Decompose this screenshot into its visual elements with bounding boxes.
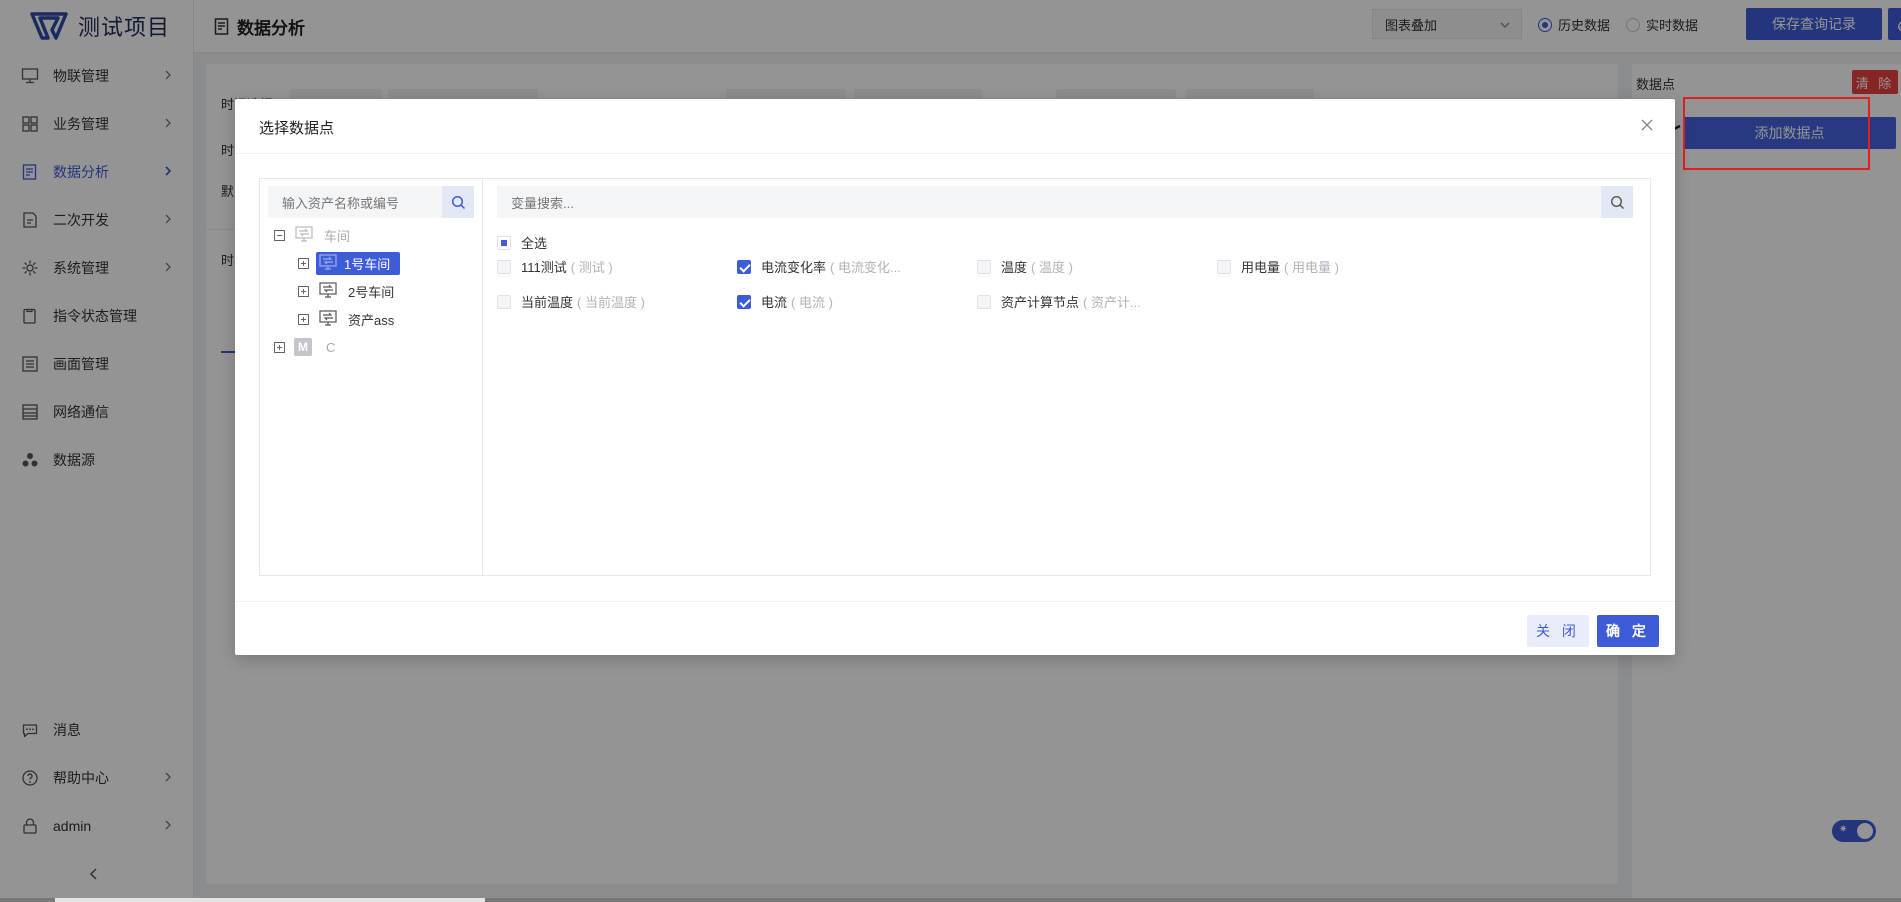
confirm-button[interactable]: 确 定 [1597,615,1659,647]
asset-search-button[interactable] [442,186,474,218]
asset-tree-pane: 车间 1号车间 2号车间 资产ass M C [260,179,483,575]
variable-name: 用电量 [1241,260,1281,275]
close-icon [1641,119,1653,131]
variable-alias: ( 当前温度 ) [577,295,645,310]
workshop-icon [295,226,313,242]
tree-node-workshop-2[interactable]: 2号车间 [298,279,398,303]
variable-item[interactable]: 电流 ( 电流 ) [737,292,833,311]
variable-alias: ( 温度 ) [1031,260,1073,275]
tree-node-root[interactable]: 车间 [274,223,354,247]
expand-toggle-icon[interactable] [274,341,285,353]
variable-item[interactable]: 111测试 ( 测试 ) [497,257,613,276]
search-icon [451,195,465,209]
variable-alias: ( 资产计... [1083,295,1141,310]
checkbox[interactable] [497,259,511,274]
variable-item[interactable]: 温度 ( 温度 ) [977,257,1073,276]
dialog-close-button[interactable] [1637,115,1657,135]
workshop-icon [319,310,337,326]
checkbox[interactable] [737,259,751,274]
variable-search-box [497,186,1633,220]
annotation-highlight-box [1683,97,1870,170]
checkbox[interactable] [1217,259,1231,274]
variable-alias: ( 电流 ) [791,295,833,310]
checkbox[interactable] [737,294,751,309]
workshop-icon [319,282,337,298]
checkbox[interactable] [977,259,991,274]
variable-item[interactable]: 资产计算节点 ( 资产计... [977,292,1141,311]
select-data-point-dialog: 选择数据点 车间 1号车间 [235,99,1675,655]
variable-name: 当前温度 [521,295,574,310]
dialog-footer: 关 闭 确 定 [235,601,1675,656]
variable-alias: ( 电流变化... [830,260,901,275]
expand-toggle-icon[interactable] [298,257,309,269]
variable-search-input[interactable] [509,186,1593,220]
search-icon [1610,195,1624,209]
tree-node-label: 车间 [324,228,351,244]
variable-name: 温度 [1001,260,1028,275]
dialog-title: 选择数据点 [259,120,335,137]
collapse-toggle-icon[interactable] [274,229,285,241]
select-all-label: 全选 [521,236,548,251]
variable-item[interactable]: 用电量 ( 用电量 ) [1217,257,1339,276]
scroll-thumb[interactable] [55,898,485,902]
bottom-scrollbar[interactable] [0,898,1901,902]
checkbox[interactable] [497,235,511,250]
variable-item[interactable]: 电流变化率 ( 电流变化... [737,257,901,276]
model-badge: M [294,338,312,356]
tree-node-label: C [326,339,336,355]
checkbox[interactable] [977,294,991,309]
tree-node-workshop-1[interactable]: 1号车间 [298,251,401,275]
checkbox[interactable] [497,294,511,309]
select-all-checkbox[interactable]: 全选 [497,233,547,252]
tree-node-c[interactable]: M C [274,335,339,359]
tree-node-asset-ass[interactable]: 资产ass [298,307,398,331]
tree-node-label: 2号车间 [348,284,395,300]
dialog-header: 选择数据点 [235,99,1675,154]
variable-pane: 全选 111测试 ( 测试 ) 电流变化率 ( 电流变化... 温度 ( 温度 … [482,179,1650,575]
variable-alias: ( 测试 ) [570,260,613,275]
variable-search-button[interactable] [1601,186,1633,218]
dialog-body: 车间 1号车间 2号车间 资产ass M C [259,178,1651,576]
expand-toggle-icon[interactable] [298,285,309,297]
variable-name: 资产计算节点 [1001,295,1080,310]
expand-toggle-icon[interactable] [298,313,309,325]
workshop-icon [319,254,337,270]
close-button[interactable]: 关 闭 [1527,615,1589,647]
variable-name: 电流变化率 [761,260,827,275]
asset-search-box [268,186,474,220]
variable-alias: ( 用电量 ) [1284,260,1339,275]
variable-name: 电流 [761,295,788,310]
variable-item[interactable]: 当前温度 ( 当前温度 ) [497,292,645,311]
variable-name: 111测试 [521,260,567,275]
tree-node-label: 资产ass [348,312,395,328]
asset-search-input[interactable] [280,186,434,220]
